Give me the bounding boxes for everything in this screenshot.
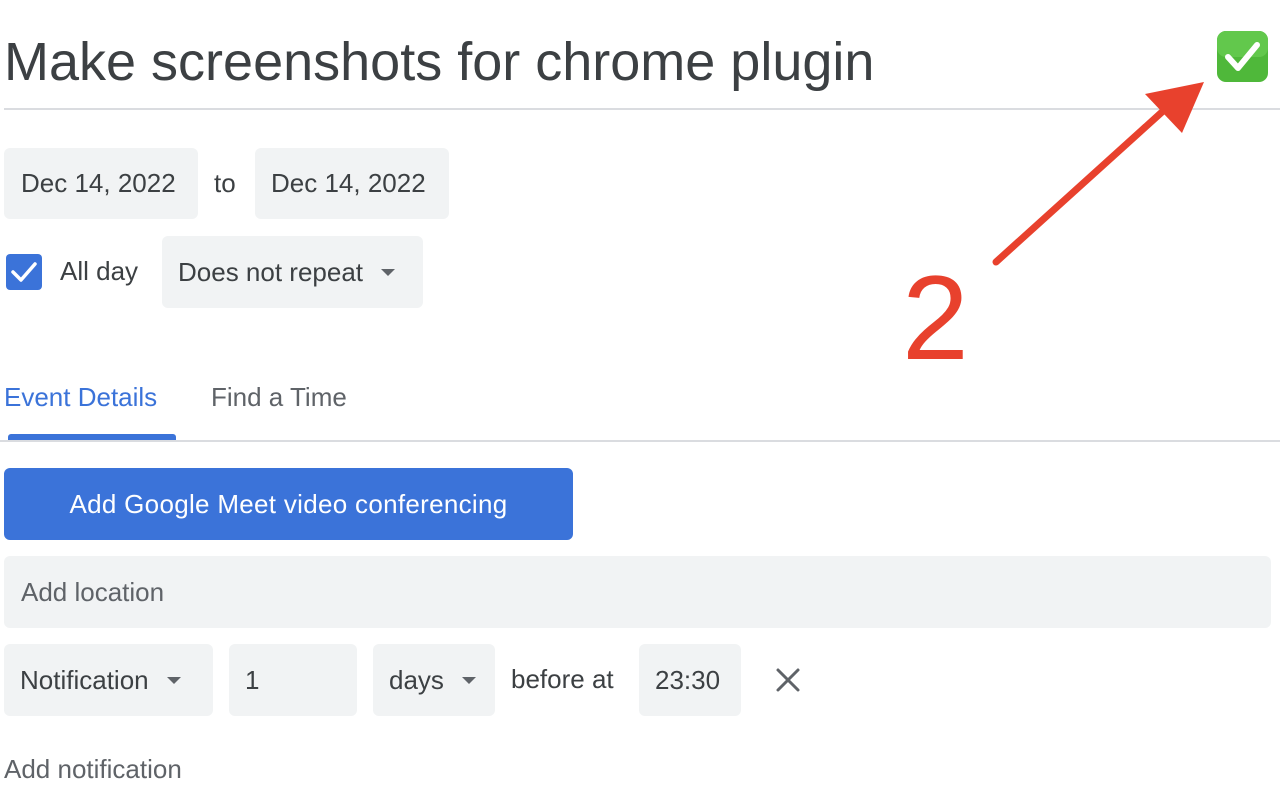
all-day-label: All day (60, 256, 139, 286)
add-google-meet-button[interactable]: Add Google Meet video conferencing (4, 468, 573, 540)
notification-type-dropdown[interactable]: Notification (4, 644, 213, 716)
tab-event-details[interactable]: Event Details (4, 382, 157, 413)
tab-divider (0, 440, 1280, 442)
start-date-chip[interactable]: Dec 14, 2022 (4, 148, 198, 219)
end-date-chip[interactable]: Dec 14, 2022 (255, 148, 449, 219)
chevron-down-icon (166, 676, 181, 684)
tab-find-a-time[interactable]: Find a Time (211, 382, 347, 413)
all-day-checkbox[interactable] (6, 254, 42, 290)
notification-unit-value: days (389, 664, 444, 695)
event-title-input[interactable]: Make screenshots for chrome plugin (4, 26, 874, 98)
notification-unit-dropdown[interactable]: days (373, 644, 495, 716)
start-date-text: Dec 14, 2022 (21, 168, 176, 198)
chevron-down-icon (381, 268, 396, 276)
notification-amount-input[interactable]: 1 (229, 644, 357, 716)
checkbox-checked-icon (11, 262, 37, 282)
repeat-dropdown[interactable]: Does not repeat (162, 236, 423, 308)
notification-type-value: Notification (20, 664, 149, 695)
end-date-text: Dec 14, 2022 (271, 168, 426, 198)
location-placeholder: Add location (21, 576, 165, 607)
close-icon[interactable] (772, 664, 804, 696)
add-notification-link[interactable]: Add notification (4, 754, 182, 785)
chevron-down-icon (461, 676, 476, 684)
annotation-number: 2 (902, 251, 969, 385)
date-range-separator: to (214, 168, 236, 198)
location-input[interactable]: Add location (4, 556, 1271, 628)
notification-before-label: before at (511, 664, 614, 694)
notification-time-input[interactable]: 23:30 (639, 644, 741, 716)
repeat-value: Does not repeat (178, 256, 364, 287)
notification-amount-value: 1 (245, 664, 260, 695)
title-row: Make screenshots for chrome plugin (4, 18, 1280, 110)
event-edit-page: Make screenshots for chrome plugin Dec 1… (0, 0, 1280, 800)
check-mark-button-icon[interactable] (1216, 30, 1269, 83)
notification-time-value: 23:30 (655, 664, 721, 695)
